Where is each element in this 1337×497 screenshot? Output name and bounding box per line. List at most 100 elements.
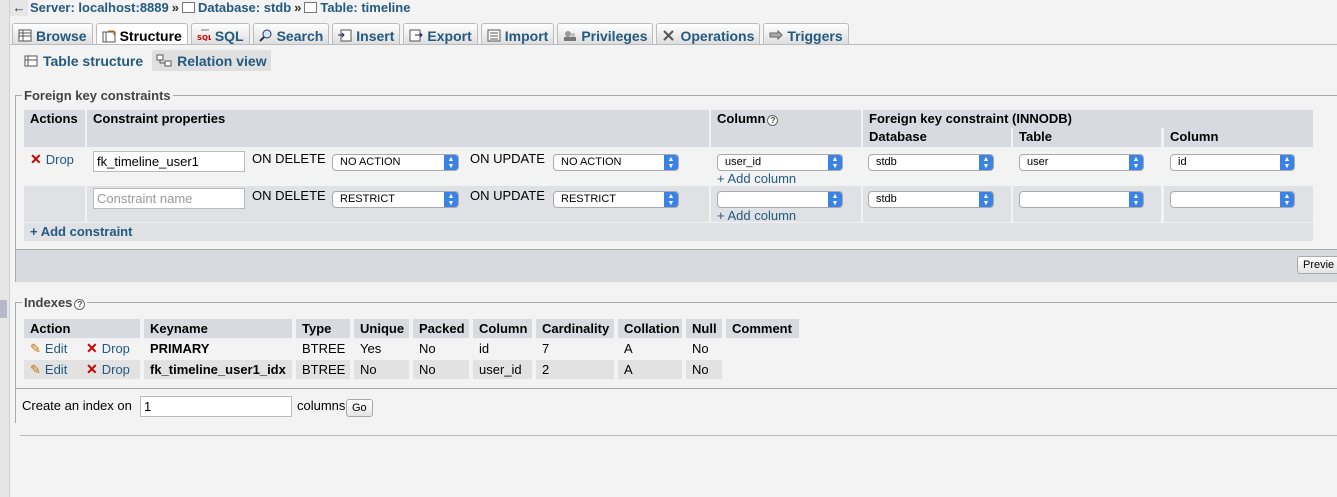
header-column-label: Column — [717, 111, 766, 126]
pencil-icon: ✎ — [30, 341, 41, 356]
on-update-label: ON UPDATE — [470, 151, 545, 166]
index-header-unique: Unique — [354, 319, 409, 338]
select-arrow-icon: ▲ ▼ — [444, 155, 458, 170]
back-arrow-icon[interactable]: ← — [10, 0, 28, 16]
select-arrow-icon: ▲ ▼ — [828, 192, 842, 207]
index-edit-link[interactable]: ✎ Edit — [24, 339, 80, 358]
index-header-comment: Comment — [726, 319, 799, 338]
fk-database-select[interactable]: stdb ▲ ▼ — [868, 154, 994, 171]
index-column: id — [473, 339, 532, 358]
select-value: stdb — [876, 156, 897, 168]
header-database: Database — [863, 128, 1011, 147]
index-header-null: Null — [686, 319, 722, 338]
tab-browse[interactable]: Browse — [12, 23, 93, 45]
tab-label: Import — [504, 27, 549, 44]
svg-text:SQL: SQL — [197, 34, 211, 42]
index-keyname: PRIMARY — [144, 339, 292, 358]
subtab-label: Table structure — [43, 52, 144, 69]
tab-insert[interactable]: Insert — [332, 23, 401, 45]
fk-database-select[interactable]: stdb ▲ ▼ — [868, 191, 994, 208]
breadcrumb-separator: » — [294, 0, 302, 15]
tab-label: Export — [427, 27, 472, 44]
constraint-name-input[interactable]: fk_timeline_user1 — [93, 151, 245, 172]
tab-search[interactable]: Search — [252, 23, 330, 45]
column-select[interactable]: ▲ ▼ — [717, 191, 843, 208]
index-column: user_id — [473, 360, 532, 379]
header-blank — [87, 128, 709, 147]
tab-privileges[interactable]: Privileges — [557, 23, 654, 45]
index-type: BTREE — [296, 360, 350, 379]
breadcrumb-database[interactable]: Database: stdb — [198, 0, 291, 15]
index-columns-count-input[interactable]: 1 — [140, 396, 292, 417]
tab-import[interactable]: Import — [480, 23, 555, 45]
subtab-table-structure[interactable]: Table structure — [20, 50, 147, 71]
on-update-select[interactable]: NO ACTION ▲ ▼ — [553, 154, 679, 171]
on-delete-label: ON DELETE — [252, 188, 326, 203]
help-icon[interactable]: ? — [767, 115, 779, 126]
fk-table-select[interactable]: ▲ ▼ — [1019, 191, 1144, 208]
on-update-select[interactable]: RESTRICT ▲ ▼ — [553, 191, 679, 208]
index-null: No — [686, 339, 722, 358]
index-unique: No — [354, 360, 409, 379]
pencil-icon: ✎ — [30, 362, 41, 377]
add-constraint-row — [24, 223, 1313, 241]
help-icon[interactable]: ? — [74, 299, 86, 310]
tab-structure[interactable]: Structure — [95, 23, 188, 46]
tab-triggers[interactable]: Triggers — [763, 23, 849, 45]
index-type: BTREE — [296, 339, 350, 358]
index-header-keyname: Keyname — [144, 319, 292, 338]
constraint-name-input[interactable]: Constraint name — [93, 188, 245, 209]
index-drop-link[interactable]: ✕ Drop — [80, 339, 140, 358]
tab-export[interactable]: Export — [403, 23, 478, 45]
row-bg — [24, 186, 85, 222]
add-column-link[interactable]: + Add column — [717, 171, 796, 186]
select-value: user — [1027, 156, 1049, 168]
select-arrow-icon: ▲ ▼ — [979, 192, 993, 207]
index-packed: No — [413, 360, 469, 379]
column-select[interactable]: user_id ▲ ▼ — [717, 154, 843, 171]
select-arrow-icon: ▲ ▼ — [664, 192, 678, 207]
index-header-packed: Packed — [413, 319, 469, 338]
panel-resize-handle[interactable] — [0, 300, 7, 318]
add-column-link[interactable]: + Add column — [717, 208, 796, 223]
index-drop-link[interactable]: ✕ Drop — [80, 360, 140, 379]
select-value: RESTRICT — [561, 193, 616, 205]
index-header-collation: Collation — [618, 319, 682, 338]
table-structure-icon — [24, 55, 38, 67]
index-header-column: Column — [473, 319, 532, 338]
on-update-label: ON UPDATE — [470, 188, 545, 203]
select-value: stdb — [876, 193, 897, 205]
index-edit-link[interactable]: ✎ Edit — [24, 360, 80, 379]
tab-label: Operations — [680, 27, 755, 44]
fk-footer-bar — [16, 249, 1337, 282]
tab-operations[interactable]: Operations — [656, 23, 761, 45]
indexes-fieldset: Indexes? Action Keyname Type Unique Pack… — [15, 295, 1337, 423]
tab-label: Privileges — [581, 27, 648, 44]
drop-constraint-link[interactable]: ✕ Drop — [30, 151, 74, 168]
indexes-legend: Indexes? — [22, 295, 88, 310]
left-panel-edge — [0, 0, 10, 497]
relation-view-icon — [156, 54, 172, 67]
export-icon — [409, 29, 424, 42]
header-blank — [24, 128, 85, 147]
add-constraint-link[interactable]: + Add constraint — [30, 224, 132, 239]
subtab-relation-view[interactable]: Relation view — [152, 50, 271, 71]
fk-column-select[interactable]: id ▲ ▼ — [1170, 154, 1295, 171]
go-button[interactable]: Go — [346, 399, 373, 417]
tab-sql[interactable]: SQL SQL — [190, 23, 250, 45]
tab-label: Insert — [356, 27, 395, 44]
fk-table-select[interactable]: user ▲ ▼ — [1019, 154, 1144, 171]
fk-column-select[interactable]: ▲ ▼ — [1170, 191, 1295, 208]
on-delete-select[interactable]: NO ACTION ▲ ▼ — [332, 154, 459, 171]
drop-icon: ✕ — [86, 340, 98, 356]
index-header-type: Type — [296, 319, 350, 338]
drop-icon: ✕ — [86, 361, 98, 377]
breadcrumb-server[interactable]: Server: localhost:8889 — [30, 0, 169, 15]
index-cardinality: 7 — [536, 339, 614, 358]
preview-sql-button[interactable]: Previe — [1297, 256, 1337, 274]
breadcrumb-table[interactable]: Table: timeline — [320, 0, 410, 15]
main-tabs: Browse Structure SQL SQL Search Insert Ex… — [10, 23, 1337, 46]
columns-label: columns — [297, 398, 346, 413]
on-delete-select[interactable]: RESTRICT ▲ ▼ — [332, 191, 459, 208]
foreign-key-fieldset: Foreign key constraints Actions Constrai… — [15, 88, 1337, 282]
